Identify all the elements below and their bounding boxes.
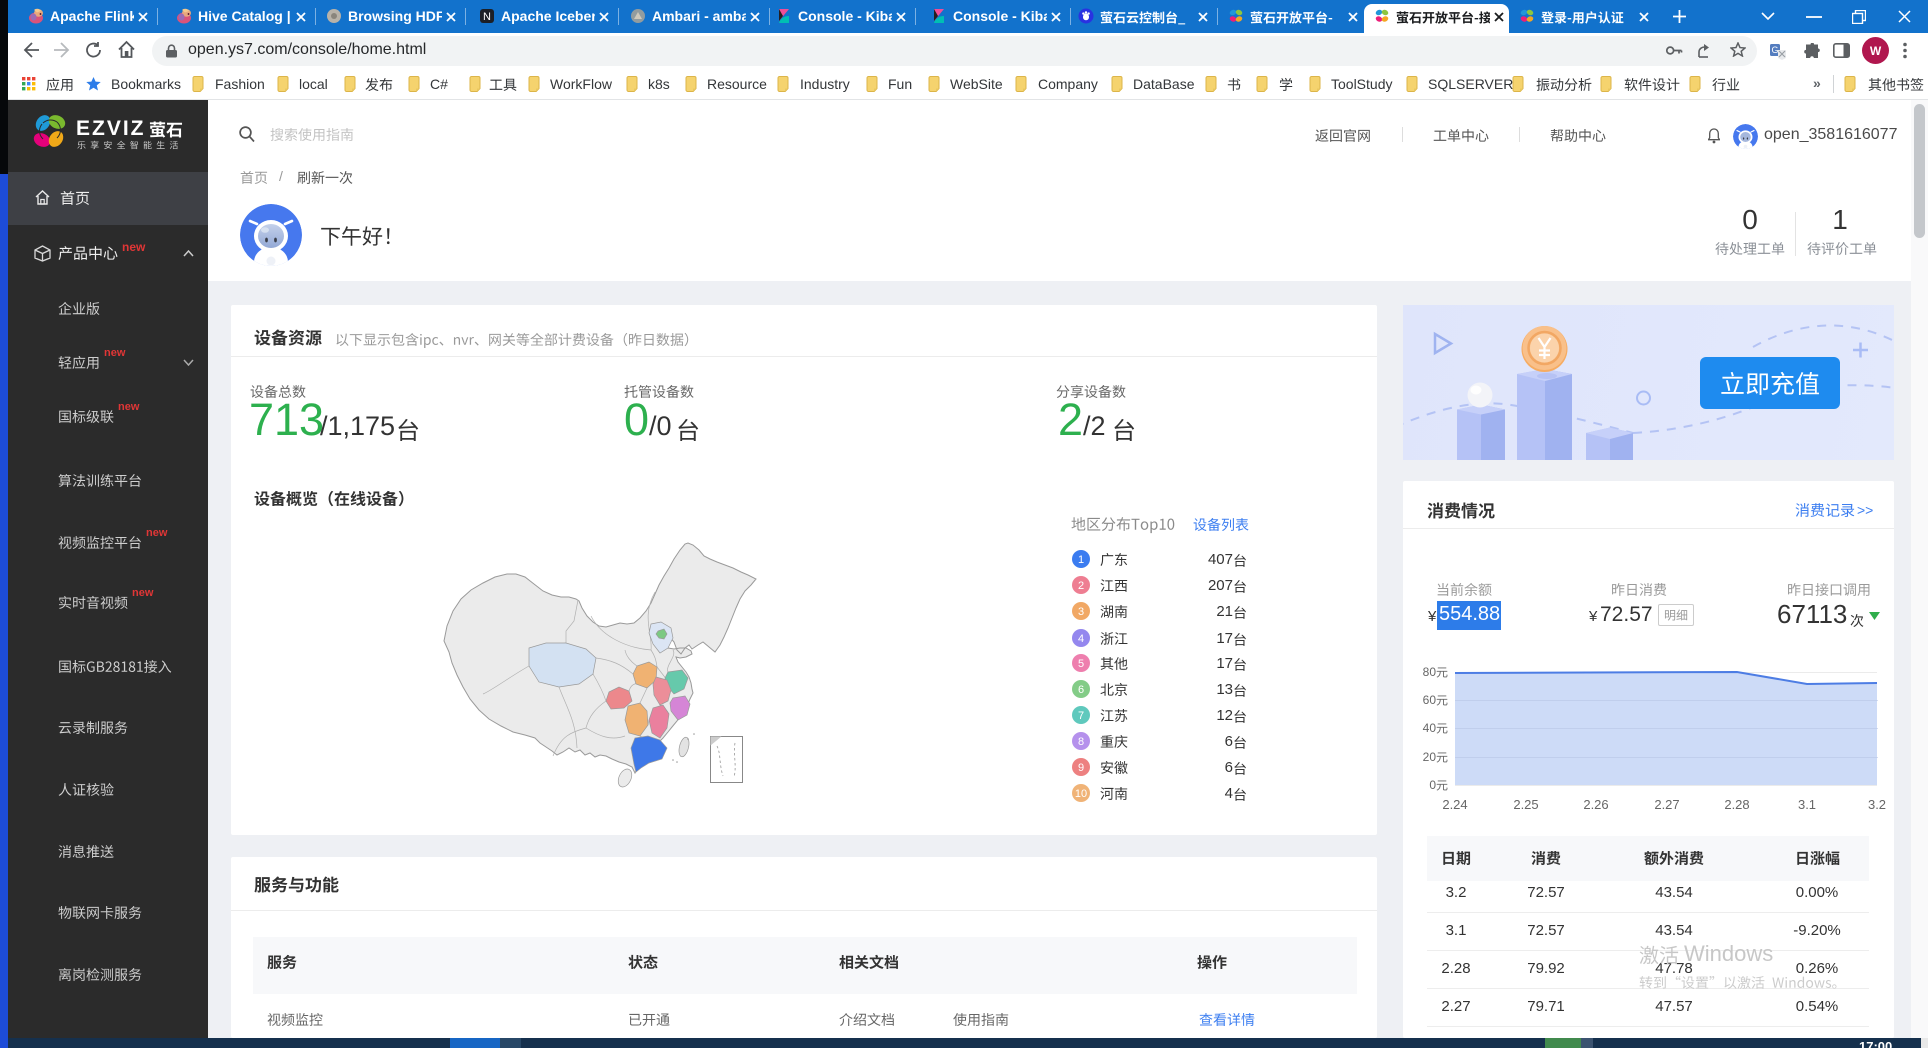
svg-text:W: W xyxy=(1870,44,1882,58)
svg-text:8: 8 xyxy=(1078,736,1084,748)
svg-text:N: N xyxy=(483,11,491,23)
svg-text:3: 3 xyxy=(1078,606,1084,618)
svg-text:5: 5 xyxy=(1078,658,1084,670)
svg-text:4: 4 xyxy=(1078,633,1084,645)
svg-text:7: 7 xyxy=(1078,710,1084,722)
svg-text:6: 6 xyxy=(1078,684,1084,696)
svg-text:1: 1 xyxy=(1078,554,1084,566)
svg-text:10: 10 xyxy=(1075,788,1087,800)
svg-text:G: G xyxy=(1771,45,1778,55)
svg-text:9: 9 xyxy=(1078,762,1084,774)
svg-text:2: 2 xyxy=(1078,580,1084,592)
